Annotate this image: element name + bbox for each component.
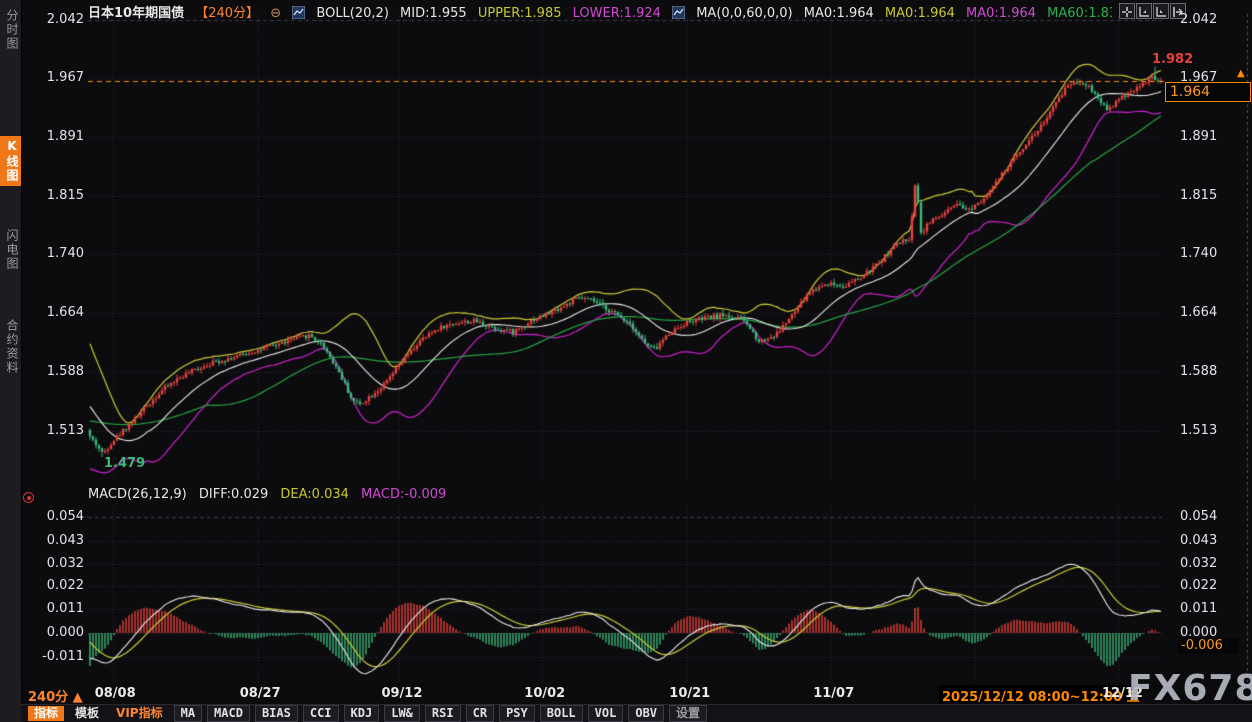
sidebar-tab-1[interactable]: 分时图 xyxy=(0,6,21,54)
sidebar-tab-2[interactable]: K线图 xyxy=(0,136,21,186)
price-tick-left: 1.967 xyxy=(22,70,84,85)
left-sidebar: 分时图 K线图闪电图合约资料 xyxy=(0,0,22,722)
price-tick-left: 1.664 xyxy=(22,305,84,320)
boll-lower-value: LOWER:1.924 xyxy=(573,6,661,19)
macd-tick-right: 0.000 xyxy=(1180,625,1217,640)
macd-last-value-tag: -0.006 xyxy=(1178,638,1239,654)
macd-tick-right: 0.043 xyxy=(1180,533,1217,548)
toolbar-button-VIP指标[interactable]: VIP指标 xyxy=(110,706,169,721)
toolbar-button-RSI[interactable]: RSI xyxy=(425,705,461,722)
sidebar-tab-3[interactable]: 闪电图 xyxy=(0,226,21,274)
toolbar-button-设置[interactable]: 设置 xyxy=(669,705,707,722)
toolbar-button-CCI[interactable]: CCI xyxy=(303,705,339,722)
macd-tick-right: 0.032 xyxy=(1180,556,1217,571)
macd-tick-left: 0.022 xyxy=(22,578,84,593)
toolbar-button-MA[interactable]: MA xyxy=(174,705,202,722)
macd-tick-left: 0.011 xyxy=(22,601,84,616)
price-tick-right: 1.513 xyxy=(1180,423,1217,438)
range-low-label: 1.479 xyxy=(104,456,145,471)
chart-header: 日本10年期国债 【240分】 ⊖ BOLL(20,2) MID:1.955 U… xyxy=(88,2,1112,19)
price-tick-left: 1.740 xyxy=(22,246,84,261)
macd-tick-left: 0.043 xyxy=(22,533,84,548)
kline-app-window: 分时图 K线图闪电图合约资料 日本10年期国债 【240分】 ⊖ BOLL(20,… xyxy=(0,0,1252,722)
toolbar-button-KDJ[interactable]: KDJ xyxy=(344,705,380,722)
ma60-value: MA60:1.832 xyxy=(1047,6,1112,19)
toolbar-button-BOLL[interactable]: BOLL xyxy=(540,705,583,722)
fx678-watermark: FX678 xyxy=(1128,668,1252,709)
macd-params-label[interactable]: MACD(26,12,9) xyxy=(88,487,187,502)
ma0-yellow-value: MA0:1.964 xyxy=(885,6,955,19)
ma0-magenta-value: MA0:1.964 xyxy=(966,6,1036,19)
macd-tick-left: -0.011 xyxy=(22,649,84,664)
price-up-arrow-icon: ▲ xyxy=(1237,68,1245,79)
date-label-08/08: 08/08 xyxy=(95,686,136,701)
ma-label[interactable]: MA(0,0,60,0,0) xyxy=(696,6,792,19)
macd-header: MACD(26,12,9) DIFF:0.029 DEA:0.034 MACD:… xyxy=(88,487,454,502)
date-label-09/12: 09/12 xyxy=(381,686,422,701)
date-label-10/02: 10/02 xyxy=(524,686,565,701)
price-tick-right: 2.042 xyxy=(1180,12,1217,27)
sidebar-tab-4[interactable]: 合约资料 xyxy=(0,316,21,378)
period-selector[interactable]: 240分 ▲ xyxy=(28,686,83,705)
date-label-10/21: 10/21 xyxy=(669,686,710,701)
macd-tick-right: 0.054 xyxy=(1180,509,1217,524)
macd-tick-left: 0.000 xyxy=(22,625,84,640)
toolbar-button-MACD[interactable]: MACD xyxy=(207,705,250,722)
collapse-icon[interactable]: ⊖ xyxy=(270,6,281,19)
toolbar-button-CR[interactable]: CR xyxy=(466,705,494,722)
price-tick-right: 1.815 xyxy=(1180,188,1217,203)
toolbar-button-模板[interactable]: 模板 xyxy=(69,706,105,721)
toolbar-button-PSY[interactable]: PSY xyxy=(499,705,535,722)
indicator-chart-icon[interactable] xyxy=(672,6,685,19)
indicator-toolbar: 指标模板 VIP指标 MA MACD BIAS CCI KDJLW&RSI CR PSY BOLL… xyxy=(21,704,1252,722)
indicator-chart-icon[interactable] xyxy=(292,6,305,19)
session-high-label: 1.982 xyxy=(1152,52,1193,67)
toolbar-button-LW&[interactable]: LW& xyxy=(384,705,420,722)
indicator-marker-icon[interactable] xyxy=(23,492,34,503)
toolbar-button-指标[interactable]: 指标 xyxy=(28,706,64,721)
macd-hist-value: MACD:-0.009 xyxy=(361,487,446,502)
price-tick-right: 1.588 xyxy=(1180,364,1217,379)
macd-dea-value: DEA:0.034 xyxy=(280,487,349,502)
crosshair-icon[interactable] xyxy=(1119,3,1135,19)
boll-mid-value: MID:1.955 xyxy=(400,6,467,19)
toolbar-button-OBV[interactable]: OBV xyxy=(628,705,664,722)
price-tick-right: 1.740 xyxy=(1180,246,1217,261)
snap-right-icon[interactable] xyxy=(1153,3,1169,19)
price-tick-right: 1.664 xyxy=(1180,305,1217,320)
price-tick-left: 2.042 xyxy=(22,12,84,27)
price-tick-left: 1.891 xyxy=(22,129,84,144)
date-label-08/27: 08/27 xyxy=(240,686,281,701)
boll-label[interactable]: BOLL(20,2) xyxy=(316,6,389,19)
toolbar-button-VOL[interactable]: VOL xyxy=(588,705,624,722)
macd-tick-left: 0.054 xyxy=(22,509,84,524)
price-tick-left: 1.588 xyxy=(22,364,84,379)
macd-tick-left: 0.032 xyxy=(22,556,84,571)
date-label-11/07: 11/07 xyxy=(813,686,854,701)
boll-upper-value: UPPER:1.985 xyxy=(478,6,562,19)
macd-diff-value: DIFF:0.029 xyxy=(199,487,268,502)
period-badge[interactable]: 【240分】 xyxy=(195,6,259,19)
price-tick-right: 1.967 xyxy=(1180,70,1217,85)
price-tick-right: 1.891 xyxy=(1180,129,1217,144)
snap-left-icon[interactable] xyxy=(1136,3,1152,19)
price-tick-left: 1.815 xyxy=(22,188,84,203)
toolbar-button-BIAS[interactable]: BIAS xyxy=(255,705,298,722)
main-chart-canvas[interactable] xyxy=(0,0,1252,722)
macd-tick-right: 0.011 xyxy=(1180,601,1217,616)
macd-tick-right: 0.022 xyxy=(1180,578,1217,593)
ma0-white-value: MA0:1.964 xyxy=(804,6,874,19)
instrument-title: 日本10年期国债 xyxy=(88,6,184,19)
price-tick-left: 1.513 xyxy=(22,423,84,438)
